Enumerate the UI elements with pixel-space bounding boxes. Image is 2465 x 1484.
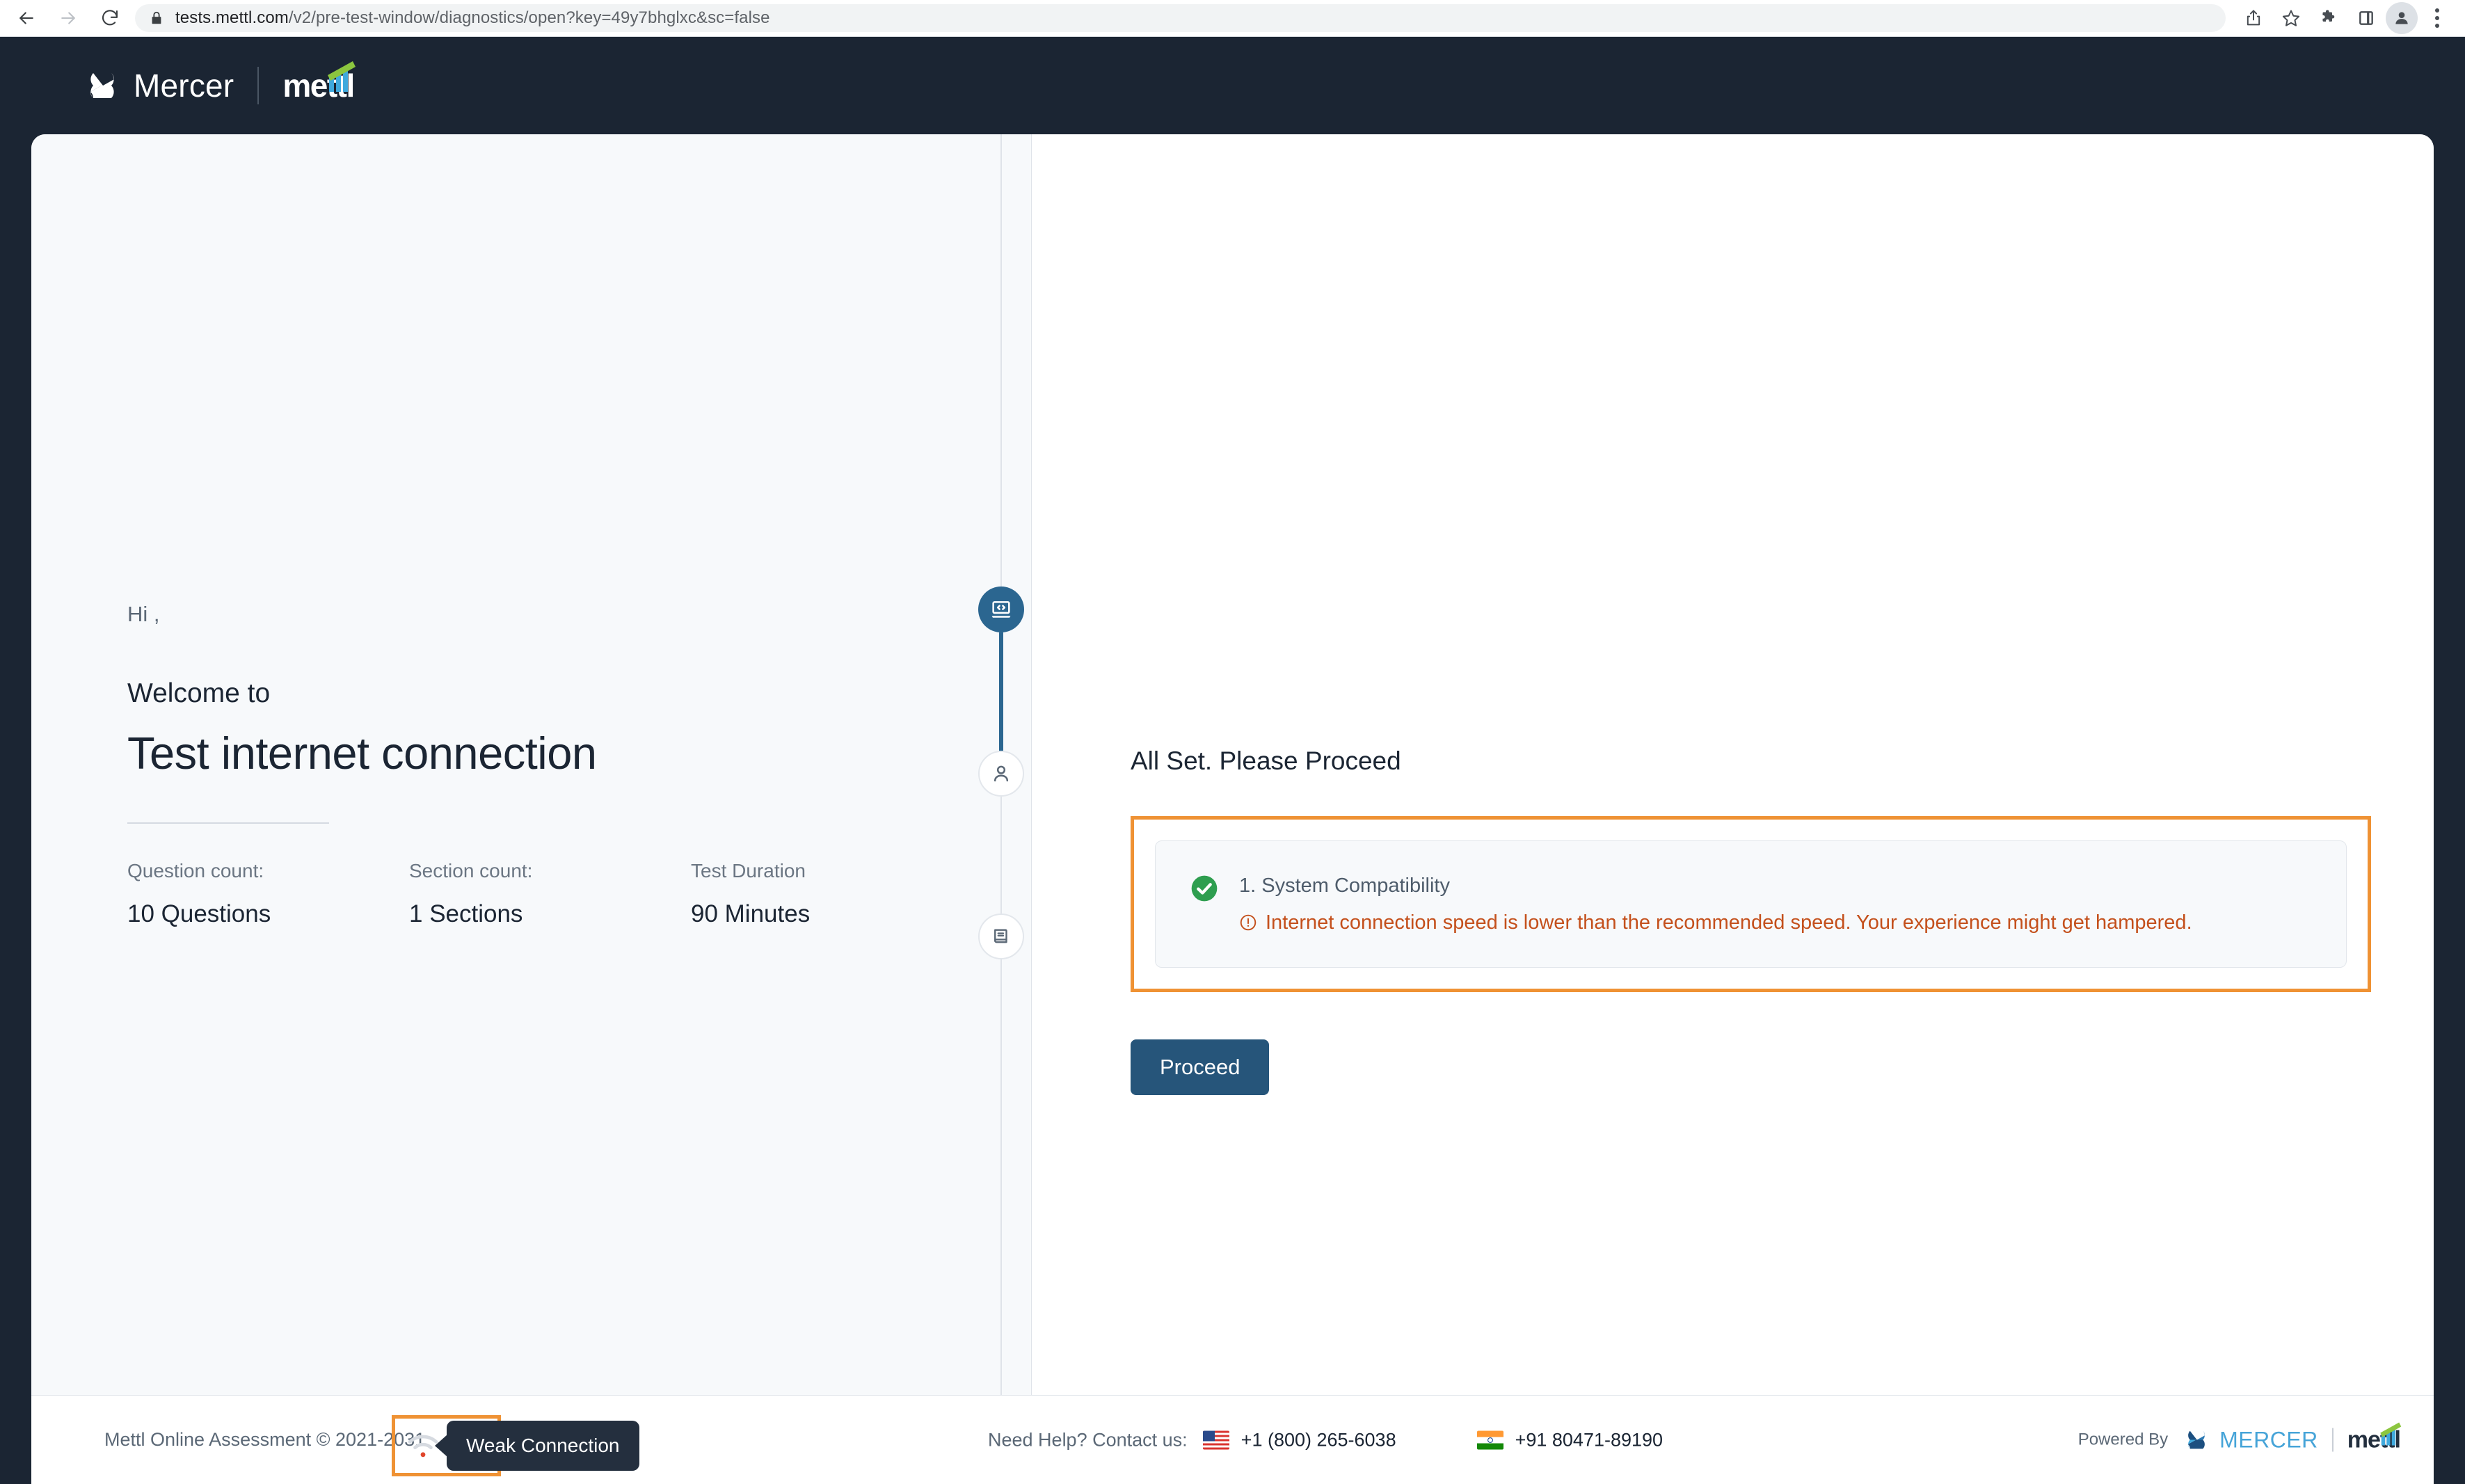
puzzle-icon[interactable] bbox=[2311, 3, 2347, 33]
card-body: Hi , Welcome to Test internet connection… bbox=[31, 134, 2434, 1395]
mettl-bars-icon bbox=[327, 61, 356, 92]
footer-logo-divider bbox=[2331, 1428, 2334, 1452]
mercer-footer-logo: MERCER bbox=[2182, 1427, 2318, 1453]
stat-label: Question count: bbox=[127, 859, 264, 881]
compatibility-highlight-box: 1. System Compatibility Internet connect… bbox=[1131, 816, 2371, 993]
stat-value: 1 Sections bbox=[409, 900, 523, 927]
green-check-circle-icon bbox=[1190, 875, 1218, 906]
url-text: tests.mettl.com/v2/pre-test-window/diagn… bbox=[175, 8, 770, 28]
stat-section-count: Section count: 1 Sections bbox=[409, 860, 691, 928]
page-card: Hi , Welcome to Test internet connection… bbox=[31, 134, 2434, 1484]
compatibility-title: 1. System Compatibility bbox=[1239, 875, 1450, 897]
status-heading: All Set. Please Proceed bbox=[1131, 747, 1401, 775]
url-path: /v2/pre-test-window/diagnostics/open?key… bbox=[288, 8, 770, 27]
stat-test-duration: Test Duration 90 Minutes bbox=[691, 860, 973, 928]
back-arrow-icon[interactable] bbox=[7, 3, 46, 33]
help-label: Need Help? Contact us: bbox=[988, 1429, 1188, 1450]
phone-number: +91 80471-89190 bbox=[1515, 1429, 1664, 1450]
connection-status-highlight: Weak Connection bbox=[392, 1415, 639, 1476]
mercer-mark-icon bbox=[2187, 1430, 2205, 1449]
proceed-button[interactable]: Proceed bbox=[1131, 1039, 1270, 1096]
connection-tooltip: Weak Connection bbox=[447, 1421, 639, 1471]
mercer-mark-icon bbox=[90, 73, 115, 98]
help-contact: Need Help? Contact us: +1 (800) 265-6038 bbox=[988, 1429, 1663, 1451]
stepper-step-system-check[interactable] bbox=[978, 587, 1024, 632]
powered-by: Powered By MERCER mettl bbox=[2077, 1422, 2402, 1453]
stat-question-count: Question count: 10 Questions bbox=[127, 860, 409, 928]
warning-circle-icon bbox=[1239, 913, 1257, 935]
powered-by-label: Powered By bbox=[2077, 1430, 2169, 1449]
lock-icon bbox=[147, 9, 166, 27]
mercer-wordmark: Mercer bbox=[134, 67, 234, 104]
mettl-footer-logo: mettl bbox=[2347, 1422, 2402, 1453]
star-icon[interactable] bbox=[2273, 3, 2309, 33]
logo-divider bbox=[257, 67, 260, 104]
divider bbox=[127, 822, 329, 824]
app-header: Mercer mettl bbox=[0, 37, 2465, 134]
stat-label: Test Duration bbox=[691, 859, 806, 881]
test-stats: Question count: 10 Questions Section cou… bbox=[127, 860, 1031, 928]
stat-label: Section count: bbox=[409, 859, 533, 881]
system-compatibility-card: 1. System Compatibility Internet connect… bbox=[1155, 840, 2347, 968]
browser-nav-buttons bbox=[0, 3, 129, 33]
compatibility-text: 1. System Compatibility Internet connect… bbox=[1239, 873, 2192, 935]
side-panel-icon[interactable] bbox=[2348, 3, 2384, 33]
address-bar[interactable]: tests.mettl.com/v2/pre-test-window/diagn… bbox=[135, 4, 2226, 32]
mercer-logo: Mercer bbox=[82, 67, 234, 104]
in-flag-icon bbox=[1476, 1430, 1503, 1449]
phone-number: +1 (800) 265-6038 bbox=[1241, 1429, 1396, 1450]
browser-toolbar: tests.mettl.com/v2/pre-test-window/diagn… bbox=[0, 0, 2465, 37]
warning-message: Internet connection speed is lower than … bbox=[1266, 911, 2192, 934]
book-icon bbox=[994, 929, 1007, 943]
stepper-step-identity[interactable] bbox=[978, 751, 1024, 797]
stat-value: 10 Questions bbox=[127, 900, 271, 927]
mettl-bars-icon bbox=[2380, 1422, 2402, 1445]
warning-line: Internet connection speed is lower than … bbox=[1239, 910, 2192, 935]
welcome-label: Welcome to bbox=[127, 678, 271, 708]
url-host: tests.mettl.com bbox=[175, 8, 289, 27]
stepper-step-instructions[interactable] bbox=[978, 913, 1024, 959]
laptop-code-icon bbox=[991, 601, 1011, 618]
phone-us[interactable]: +1 (800) 265-6038 bbox=[1202, 1429, 1396, 1451]
diagnostics-panel: All Set. Please Proceed 1. System Compat… bbox=[1032, 134, 2434, 1395]
profile-avatar-icon[interactable] bbox=[2386, 2, 2418, 34]
page-title: Test internet connection bbox=[127, 727, 597, 779]
test-info-panel: Hi , Welcome to Test internet connection… bbox=[31, 134, 1032, 1395]
forward-arrow-icon[interactable] bbox=[49, 3, 88, 33]
browser-tool-buttons bbox=[2235, 2, 2465, 34]
reload-icon[interactable] bbox=[90, 3, 129, 33]
mercer-footer-wordmark: MERCER bbox=[2219, 1427, 2318, 1452]
three-dot-menu-icon[interactable] bbox=[2419, 3, 2455, 33]
copyright-text: Mettl Online Assessment © 2021-2031 bbox=[104, 1429, 426, 1450]
brand-logos: Mercer mettl bbox=[82, 61, 356, 104]
greeting-text: Hi , bbox=[127, 601, 160, 626]
stat-value: 90 Minutes bbox=[691, 900, 811, 927]
person-icon bbox=[994, 765, 1009, 782]
us-flag-icon bbox=[1202, 1430, 1229, 1449]
share-icon[interactable] bbox=[2235, 3, 2272, 33]
phone-in[interactable]: +91 80471-89190 bbox=[1476, 1429, 1664, 1451]
mettl-logo: mettl bbox=[282, 61, 356, 104]
